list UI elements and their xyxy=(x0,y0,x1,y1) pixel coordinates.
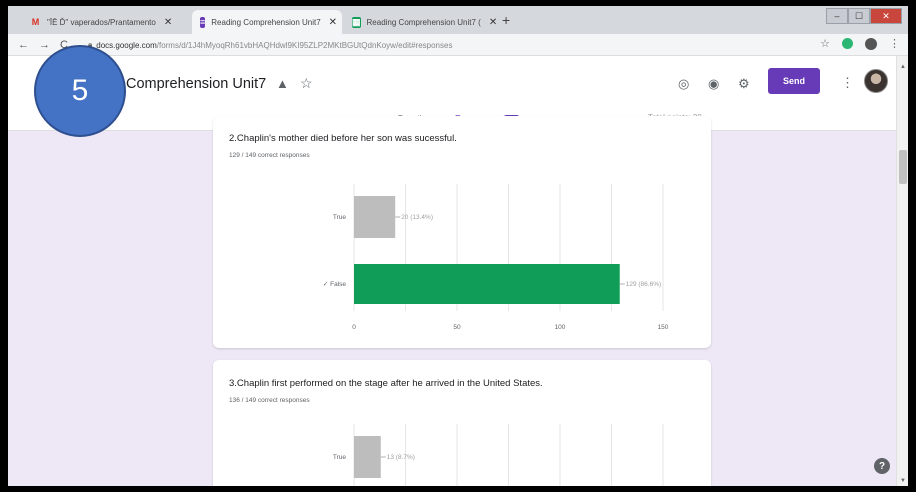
browser-tab-gmail[interactable]: M "ĪĒ Ď" vaperados/Prantamento ✕ xyxy=(22,10,192,34)
star-icon[interactable]: ☆ xyxy=(300,75,313,92)
category-label: ✓ False xyxy=(323,281,347,288)
move-to-folder-icon[interactable]: ▲ xyxy=(276,76,289,91)
bar xyxy=(354,264,620,304)
scroll-up-icon[interactable]: ▲ xyxy=(900,64,906,70)
bar xyxy=(354,196,396,238)
close-icon[interactable]: ✕ xyxy=(164,17,172,28)
tab-label: Reading Comprehension Unit7 xyxy=(211,17,321,27)
url-path: /forms/d/1J4hMyoqRh61vbHAQHdwl9KI95ZLP2M… xyxy=(156,40,453,50)
new-tab-button[interactable]: + xyxy=(502,12,510,28)
question-card: 3.Chaplin first performed on the stage a… xyxy=(213,360,711,486)
close-icon[interactable]: ✕ xyxy=(329,17,337,28)
google-sheets-icon: ▦ xyxy=(352,16,361,28)
tab-strip: M "ĪĒ Ď" vaperados/Prantamento ✕ ≡ Readi… xyxy=(8,6,908,34)
settings-gear-icon[interactable]: ⚙ xyxy=(738,76,750,92)
browser-tab-sheets[interactable]: ▦ Reading Comprehension Unit7 ( ✕ xyxy=(344,10,497,34)
send-button[interactable]: Send xyxy=(768,68,820,94)
form-title[interactable]: Comprehension Unit7 xyxy=(126,76,266,92)
help-icon[interactable]: ? xyxy=(874,458,890,474)
question-card: 2.Chaplin's mother died before her son w… xyxy=(213,116,711,348)
maximize-button[interactable]: ☐ xyxy=(848,8,870,24)
tick-label: 150 xyxy=(658,324,669,331)
avatar[interactable] xyxy=(864,69,888,93)
url-host: docs.google.com xyxy=(96,40,157,50)
tick-label: 100 xyxy=(555,324,566,331)
gmail-icon: M xyxy=(31,17,40,27)
scroll-down-icon[interactable]: ▼ xyxy=(900,478,906,484)
bar xyxy=(354,436,381,478)
tab-label: Reading Comprehension Unit7 ( xyxy=(366,17,481,27)
data-label: 13 (8.7%) xyxy=(387,454,415,461)
scrollbar[interactable]: ▲ ▼ xyxy=(896,56,908,486)
forward-icon[interactable]: → xyxy=(39,39,50,51)
data-label: 129 (86.6%) xyxy=(626,281,661,288)
window-close-button[interactable]: ✕ xyxy=(870,8,902,24)
profile-icon[interactable] xyxy=(865,37,877,50)
back-icon[interactable]: ← xyxy=(18,39,29,51)
data-label: 20 (13.4%) xyxy=(401,214,433,221)
google-forms-icon: ≡ xyxy=(200,16,206,28)
tab-label: "ĪĒ Ď" vaperados/Prantamento xyxy=(47,17,156,27)
palette-icon[interactable]: ◎ xyxy=(678,76,689,92)
step-number-badge: 5 xyxy=(34,45,126,137)
category-label: True xyxy=(333,454,347,461)
tick-label: 0 xyxy=(352,324,356,331)
browser-window: M "ĪĒ Ď" vaperados/Prantamento ✕ ≡ Readi… xyxy=(8,6,908,486)
bar-chart: 0 50 100 150 True 20 (13.4%) ✓ False 129 (86.6%… xyxy=(323,184,669,331)
bar-chart: True 13 (8.7%) xyxy=(333,424,664,486)
minimize-button[interactable]: – xyxy=(826,8,848,24)
extension-icon[interactable] xyxy=(842,38,853,49)
close-icon[interactable]: ✕ xyxy=(489,17,497,28)
address-bar: ← → C 🔒︎ docs.google.com /forms/d/1J4hMy… xyxy=(8,34,908,56)
preview-eye-icon[interactable]: ◉ xyxy=(708,76,719,92)
tick-label: 50 xyxy=(453,324,461,331)
browser-tab-forms[interactable]: ≡ Reading Comprehension Unit7 ✕ xyxy=(192,10,342,34)
category-label: True xyxy=(333,214,347,221)
scrollbar-thumb[interactable] xyxy=(899,150,907,184)
bookmark-star-icon[interactable]: ☆ xyxy=(820,37,830,50)
url-field[interactable]: 🔒︎ docs.google.com /forms/d/1J4hMyoqRh61… xyxy=(88,37,828,53)
browser-menu-icon[interactable]: ⋮ xyxy=(889,37,900,50)
window-controls: – ☐ ✕ xyxy=(826,8,902,24)
more-options-icon[interactable]: ⋮ xyxy=(841,75,854,91)
